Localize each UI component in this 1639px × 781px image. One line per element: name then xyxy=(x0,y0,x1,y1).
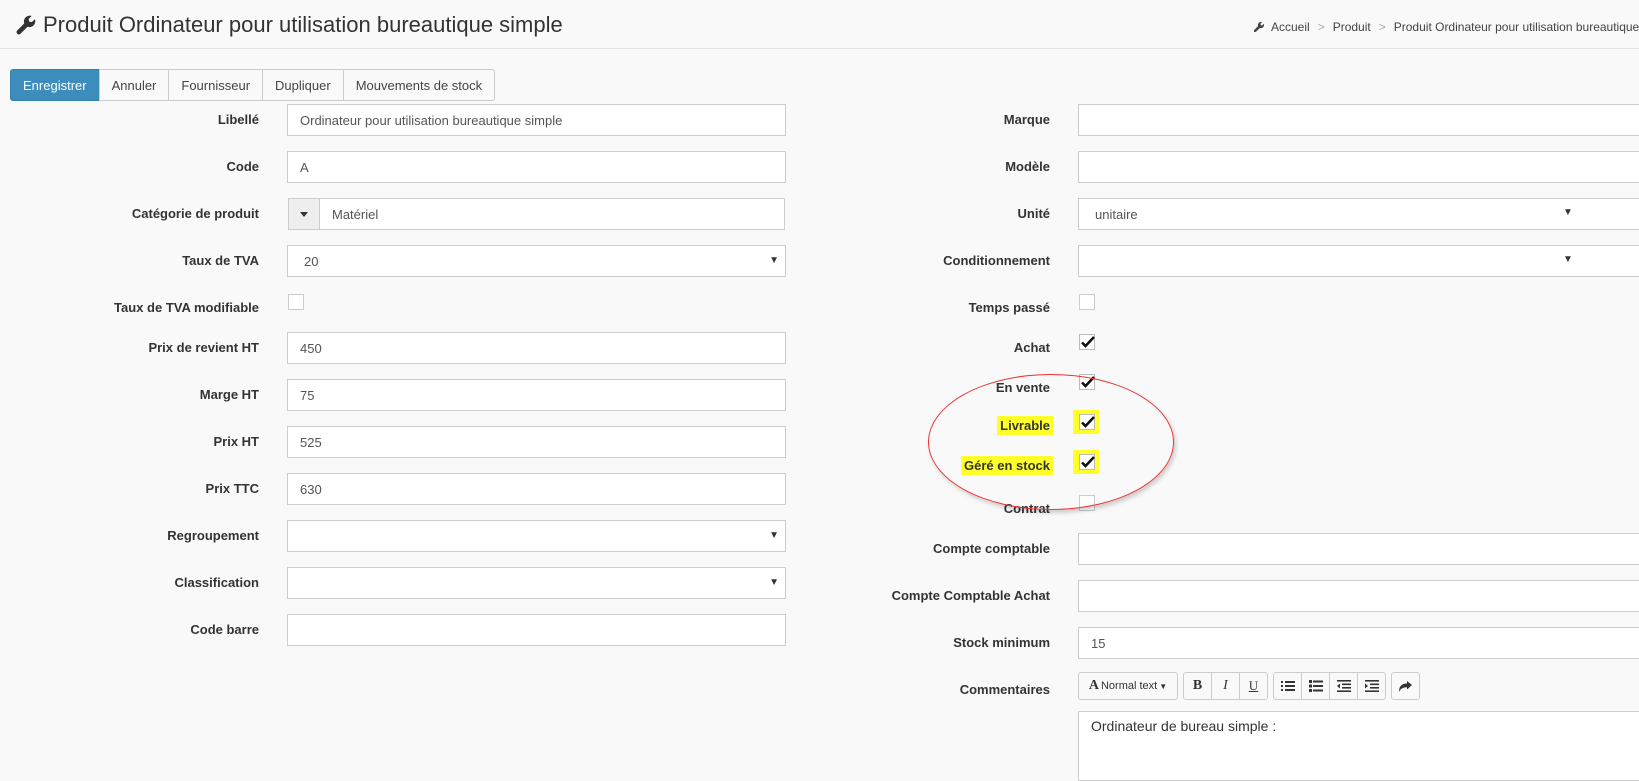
annotation-circle xyxy=(928,374,1174,510)
livrable-label-text: Livrable xyxy=(997,416,1053,435)
temps-passe-checkbox[interactable] xyxy=(1079,294,1095,310)
tva-modifiable-checkbox[interactable] xyxy=(288,294,304,310)
livrable-checkbox[interactable] xyxy=(1079,414,1095,430)
classification-label: Classification xyxy=(174,575,259,590)
category-dropdown-button[interactable] xyxy=(288,198,320,230)
unite-select-value: unitaire xyxy=(1095,206,1138,222)
en-vente-label: En vente xyxy=(995,380,1050,395)
breadcrumb-home[interactable]: Accueil xyxy=(1271,20,1310,34)
tva-label: Taux de TVA xyxy=(182,253,259,268)
outdent-icon[interactable] xyxy=(1329,672,1358,700)
gere-stock-checkbox[interactable] xyxy=(1079,454,1095,470)
code-input[interactable]: A xyxy=(287,151,786,183)
commentaires-label: Commentaires xyxy=(959,682,1050,697)
marque-input[interactable] xyxy=(1078,104,1639,136)
text-style-dropdown[interactable]: A Normal text ▼ xyxy=(1078,672,1178,700)
save-button[interactable]: Enregistrer xyxy=(10,69,100,101)
ordered-list-icon[interactable] xyxy=(1301,672,1330,700)
marge-label: Marge HT xyxy=(199,387,259,402)
categorie-input[interactable]: Matériel xyxy=(319,198,785,230)
caret-down-icon: ▼ xyxy=(769,255,779,266)
prix-ttc-label: Prix TTC xyxy=(205,481,259,496)
prix-revient-label: Prix de revient HT xyxy=(148,340,259,355)
compte-achat-input[interactable] xyxy=(1078,580,1639,612)
prix-revient-input[interactable]: 450 xyxy=(287,332,786,364)
compte-comptable-label: Compte comptable xyxy=(932,541,1050,556)
unordered-list-icon[interactable] xyxy=(1273,672,1302,700)
underline-icon[interactable]: U xyxy=(1239,672,1268,700)
conditionnement-label: Conditionnement xyxy=(943,253,1050,268)
livrable-label: Livrable xyxy=(997,416,1053,435)
checkmark-icon xyxy=(1081,376,1095,388)
breadcrumb: Accueil > Produit > Produit Ordinateur p… xyxy=(1253,20,1639,34)
breadcrumb-product[interactable]: Produit xyxy=(1333,20,1371,34)
caret-down-icon: ▼ xyxy=(1563,254,1573,265)
stock-movements-button[interactable]: Mouvements de stock xyxy=(342,69,496,101)
page-title: Produit Ordinateur pour utilisation bure… xyxy=(15,12,563,38)
libelle-input[interactable]: Ordinateur pour utilisation bureautique … xyxy=(287,104,786,136)
caret-down-icon: ▼ xyxy=(1563,207,1573,218)
page-title-text: Produit Ordinateur pour utilisation bure… xyxy=(43,12,563,37)
achat-label: Achat xyxy=(1013,340,1050,355)
italic-icon[interactable]: I xyxy=(1211,672,1240,700)
stock-minimum-label: Stock minimum xyxy=(953,635,1050,650)
tva-select-value: 20 xyxy=(304,253,319,269)
page-header: Produit Ordinateur pour utilisation bure… xyxy=(0,0,1639,49)
caret-down-icon: ▼ xyxy=(769,530,779,541)
supplier-button[interactable]: Fournisseur xyxy=(168,69,264,101)
classification-select[interactable]: ▼ xyxy=(287,567,786,599)
breadcrumb-separator: > xyxy=(1317,20,1325,34)
checkmark-icon xyxy=(1081,456,1095,468)
cancel-button[interactable]: Annuler xyxy=(98,69,170,101)
marque-label: Marque xyxy=(1003,112,1050,127)
bold-icon[interactable]: B xyxy=(1183,672,1212,700)
prix-ttc-input[interactable]: 630 xyxy=(287,473,786,505)
achat-checkbox[interactable] xyxy=(1079,334,1095,350)
modele-input[interactable] xyxy=(1078,151,1639,183)
categorie-label: Catégorie de produit xyxy=(131,206,259,221)
libelle-label: Libellé xyxy=(217,112,259,127)
caret-down-icon: ▼ xyxy=(769,577,779,588)
en-vente-checkbox[interactable] xyxy=(1079,374,1095,390)
editor-toolbar: A Normal text ▼ B I U xyxy=(1078,672,1420,700)
wrench-icon xyxy=(16,15,36,35)
marge-input[interactable]: 75 xyxy=(287,379,786,411)
caret-down-icon xyxy=(300,211,308,217)
conditionnement-select[interactable] xyxy=(1078,245,1639,277)
stock-minimum-input[interactable]: 15 xyxy=(1078,627,1639,659)
tva-modifiable-label: Taux de TVA modifiable xyxy=(114,300,259,315)
unite-select[interactable]: unitaire xyxy=(1078,198,1639,230)
gere-stock-label: Géré en stock xyxy=(961,456,1053,475)
compte-achat-label: Compte Comptable Achat xyxy=(891,588,1050,603)
contrat-checkbox[interactable] xyxy=(1079,495,1095,511)
code-barre-label: Code barre xyxy=(190,622,259,637)
regroupement-label: Regroupement xyxy=(167,528,259,543)
breadcrumb-current: Produit Ordinateur pour utilisation bure… xyxy=(1393,20,1639,34)
font-icon: A xyxy=(1088,678,1099,693)
modele-label: Modèle xyxy=(1005,159,1050,174)
commentaires-editor[interactable]: Ordinateur de bureau simple : xyxy=(1078,711,1639,781)
unite-label: Unité xyxy=(1017,206,1051,221)
redo-share-icon[interactable] xyxy=(1391,672,1420,700)
indent-icon[interactable] xyxy=(1357,672,1386,700)
action-toolbar: Enregistrer Annuler Fournisseur Duplique… xyxy=(10,69,496,101)
temps-passe-label: Temps passé xyxy=(968,300,1050,315)
prix-ht-label: Prix HT xyxy=(213,434,259,449)
prix-ht-input[interactable]: 525 xyxy=(287,426,786,458)
regroupement-select[interactable]: ▼ xyxy=(287,520,786,552)
wrench-icon xyxy=(1253,21,1265,33)
checkmark-icon xyxy=(1081,336,1095,348)
checkmark-icon xyxy=(1081,416,1095,428)
duplicate-button[interactable]: Dupliquer xyxy=(262,69,344,101)
code-barre-input[interactable] xyxy=(287,614,786,646)
contrat-label: Contrat xyxy=(1003,501,1050,516)
tva-select[interactable]: 20 ▼ xyxy=(287,245,786,277)
breadcrumb-separator: > xyxy=(1378,20,1386,34)
caret-down-icon: ▼ xyxy=(1159,681,1168,691)
gere-stock-label-text: Géré en stock xyxy=(961,456,1053,475)
text-style-value: Normal text xyxy=(1100,680,1158,692)
compte-comptable-input[interactable] xyxy=(1078,533,1639,565)
code-label: Code xyxy=(226,159,260,174)
